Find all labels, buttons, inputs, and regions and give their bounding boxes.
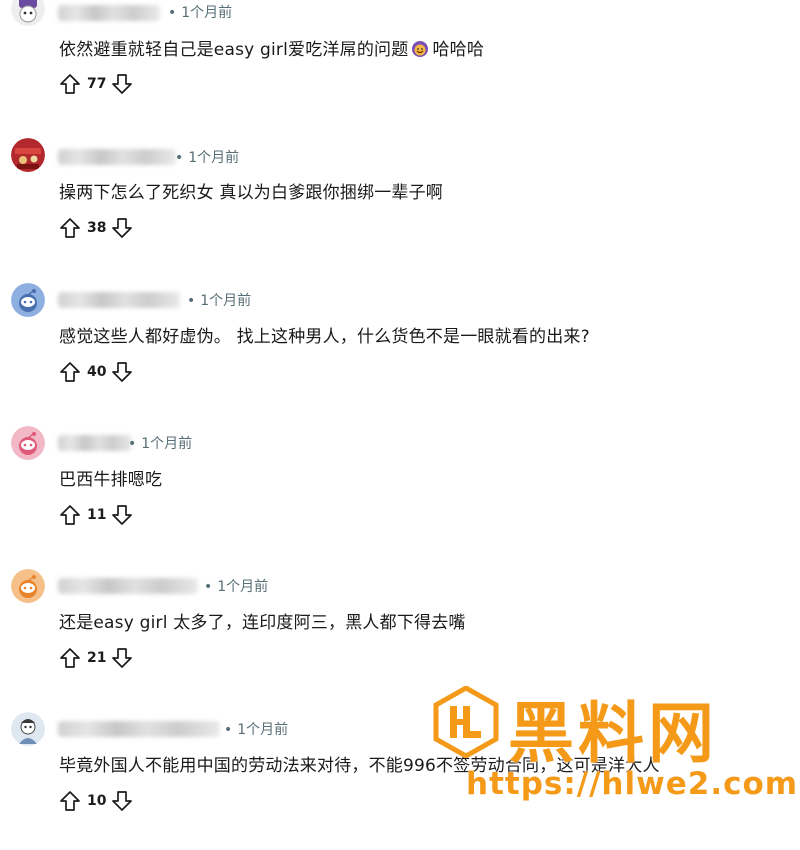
comment-text: 毕竟外国人不能用中国的劳动法来对待，不能996不签劳动合同，这可是洋大人 — [59, 756, 660, 776]
avatar[interactable] — [11, 138, 45, 172]
username-blurred[interactable] — [58, 721, 220, 737]
comment-meta: • 1个月前 — [224, 722, 289, 738]
downvote-icon[interactable] — [111, 647, 133, 669]
comment: • 1个月前 还是easy girl 太多了，连印度阿三，黑人都下得去嘴 21 — [0, 564, 800, 707]
vote-count: 40 — [87, 364, 107, 380]
username-blurred[interactable] — [58, 578, 198, 594]
vote-count: 11 — [87, 507, 107, 523]
avatar[interactable] — [11, 0, 45, 26]
downvote-icon[interactable] — [111, 361, 133, 383]
upvote-icon[interactable] — [59, 504, 81, 526]
timestamp: 1个月前 — [188, 150, 240, 166]
vote-bar: 11 — [59, 502, 133, 528]
laughing-emoji-icon — [410, 38, 430, 58]
comment: • 1个月前 依然避重就轻自己是easy girl爱吃洋屌的问题 哈哈哈 77 — [0, 0, 800, 135]
upvote-icon[interactable] — [59, 647, 81, 669]
timestamp: 1个月前 — [237, 722, 289, 738]
comment: • 1个月前 毕竟外国人不能用中国的劳动法来对待，不能996不签劳动合同，这可是洋… — [0, 707, 800, 850]
timestamp: 1个月前 — [200, 293, 252, 309]
timestamp: 1个月前 — [217, 579, 269, 595]
vote-bar: 38 — [59, 215, 133, 241]
comment-meta: • 1个月前 — [128, 436, 193, 452]
vote-bar: 40 — [59, 359, 133, 385]
comment: • 1个月前 感觉这些人都好虚伪。 找上这种男人，什么货色不是一眼就看的出来? 4… — [0, 278, 800, 421]
comment-meta: • 1个月前 — [175, 150, 240, 166]
comment-text: 操两下怎么了死织女 真以为白爹跟你捆绑一辈子啊 — [59, 183, 444, 203]
vote-count: 10 — [87, 793, 107, 809]
downvote-icon[interactable] — [111, 217, 133, 239]
comment-meta: • 1个月前 — [204, 579, 269, 595]
vote-bar: 21 — [59, 645, 133, 671]
upvote-icon[interactable] — [59, 361, 81, 383]
vote-count: 38 — [87, 220, 107, 236]
username-blurred[interactable] — [58, 5, 160, 21]
comment-meta: • 1个月前 — [187, 293, 252, 309]
upvote-icon[interactable] — [59, 73, 81, 95]
vote-count: 77 — [87, 76, 107, 92]
username-blurred[interactable] — [58, 292, 180, 308]
comment-text: 依然避重就轻自己是easy girl爱吃洋屌的问题 哈哈哈 — [59, 38, 485, 60]
vote-bar: 10 — [59, 788, 133, 814]
comment: • 1个月前 操两下怎么了死织女 真以为白爹跟你捆绑一辈子啊 38 — [0, 135, 800, 278]
comment-meta: • 1个月前 — [168, 5, 233, 21]
comment-text: 巴西牛排嗯吃 — [59, 470, 163, 490]
timestamp: 1个月前 — [141, 436, 193, 452]
username-blurred[interactable] — [58, 149, 176, 165]
downvote-icon[interactable] — [111, 790, 133, 812]
avatar[interactable] — [11, 712, 45, 746]
timestamp: 1个月前 — [181, 5, 233, 21]
downvote-icon[interactable] — [111, 504, 133, 526]
avatar[interactable] — [11, 569, 45, 603]
username-blurred[interactable] — [58, 435, 132, 451]
comment-text: 还是easy girl 太多了，连印度阿三，黑人都下得去嘴 — [59, 613, 466, 633]
avatar[interactable] — [11, 426, 45, 460]
comment: • 1个月前 巴西牛排嗯吃 11 — [0, 421, 800, 564]
upvote-icon[interactable] — [59, 790, 81, 812]
vote-count: 21 — [87, 650, 107, 666]
avatar[interactable] — [11, 283, 45, 317]
upvote-icon[interactable] — [59, 217, 81, 239]
vote-bar: 77 — [59, 71, 133, 97]
downvote-icon[interactable] — [111, 73, 133, 95]
comment-text: 感觉这些人都好虚伪。 找上这种男人，什么货色不是一眼就看的出来? — [59, 327, 590, 347]
